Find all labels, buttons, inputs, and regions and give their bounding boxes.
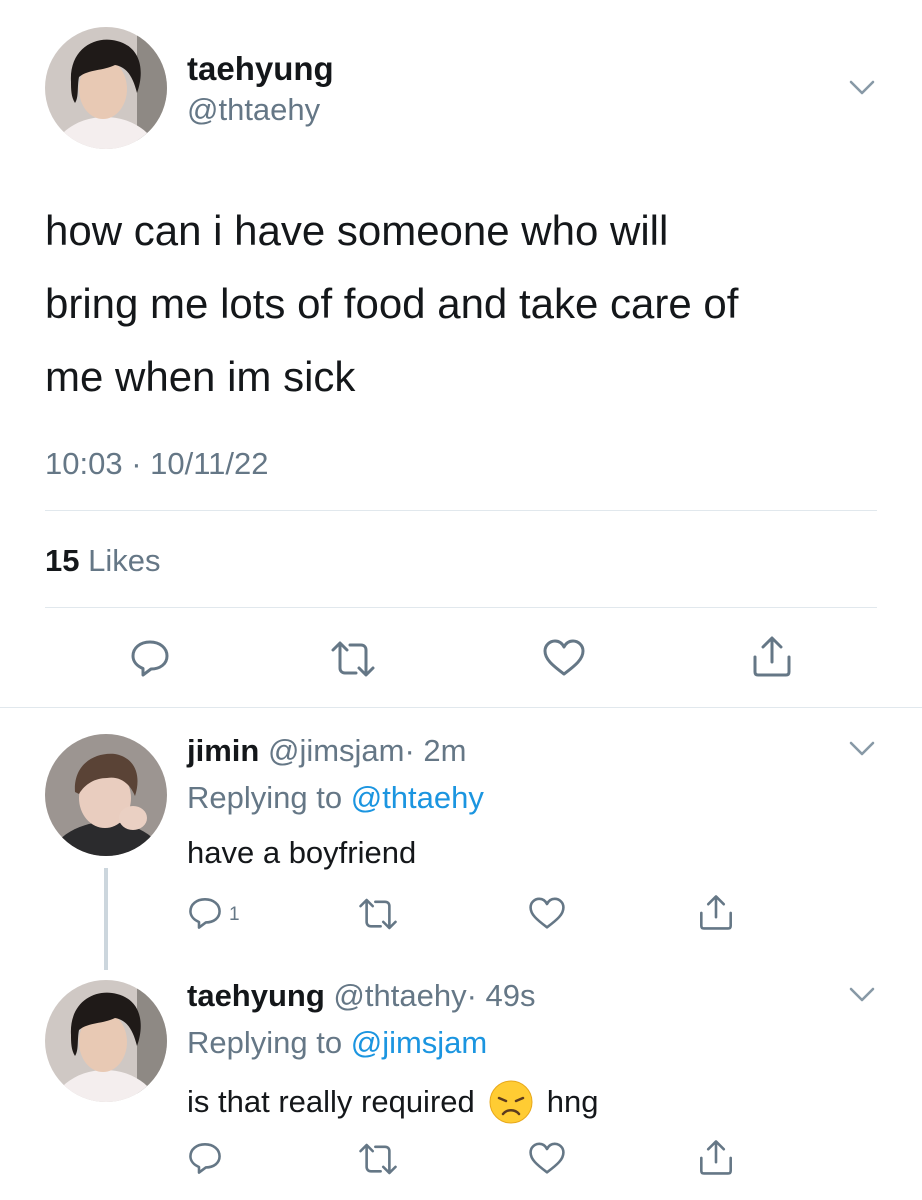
thread-line — [104, 868, 108, 970]
share-icon[interactable] — [697, 1138, 735, 1176]
tweet-timestamp[interactable]: 10:03 · 10/11/22 — [45, 446, 269, 482]
divider — [45, 510, 877, 511]
chevron-down-icon[interactable] — [848, 740, 876, 758]
likes-label: Likes — [88, 543, 161, 578]
author-name[interactable]: taehyung — [187, 50, 334, 88]
author-handle[interactable]: @thtaehy — [187, 92, 320, 128]
replying-to: Replying to @jimsjam — [187, 1025, 487, 1061]
divider — [0, 707, 922, 708]
likes-stat[interactable]: 15 Likes — [45, 543, 160, 579]
reply-header: taehyung @thtaehy· 49s — [187, 978, 536, 1014]
likes-count: 15 — [45, 543, 80, 578]
reply-icon[interactable] — [129, 637, 171, 679]
reply-time[interactable]: · 49s — [467, 978, 536, 1013]
replying-to-label: Replying to — [187, 1025, 343, 1060]
avatar[interactable] — [45, 734, 167, 856]
replying-to-handle[interactable]: @jimsjam — [351, 1025, 488, 1060]
replying-to-label: Replying to — [187, 780, 343, 815]
reply-text-after-emoji: hng — [546, 1084, 599, 1119]
reply-count: 1 — [229, 904, 240, 925]
avatar[interactable] — [45, 27, 167, 149]
author-handle[interactable]: @jimsjam — [268, 733, 405, 768]
reply-text-main: is that really required — [187, 1084, 475, 1119]
share-icon[interactable] — [750, 634, 794, 678]
author-handle[interactable]: @thtaehy — [333, 978, 466, 1013]
author-name[interactable]: taehyung — [187, 978, 325, 1013]
heart-icon[interactable] — [542, 638, 586, 678]
retweet-icon[interactable] — [357, 1142, 399, 1176]
author-name[interactable]: jimin — [187, 733, 259, 768]
reply-text: is that really required hng — [187, 1080, 598, 1124]
chevron-down-icon[interactable] — [848, 79, 876, 97]
share-icon[interactable] — [697, 893, 735, 931]
retweet-icon[interactable] — [357, 897, 399, 931]
tweet-text-line: bring me lots of food and take care of — [45, 280, 739, 327]
replying-to-handle[interactable]: @thtaehy — [351, 780, 484, 815]
reply-text: have a boyfriend — [187, 835, 417, 870]
chevron-down-icon[interactable] — [848, 986, 876, 1004]
heart-icon[interactable] — [528, 896, 566, 931]
heart-icon[interactable] — [528, 1141, 566, 1176]
tweet-text-line: me when im sick — [45, 353, 356, 400]
tweet-text-line: how can i have someone who will — [45, 207, 669, 254]
divider — [45, 607, 877, 608]
replying-to: Replying to @thtaehy — [187, 780, 484, 816]
reply-icon[interactable] — [187, 895, 223, 931]
reply-icon[interactable] — [187, 1140, 223, 1176]
tweet-text: how can i have someone who will bring me… — [45, 194, 738, 413]
avatar[interactable] — [45, 980, 167, 1102]
disappointed-face-icon — [489, 1080, 533, 1124]
retweet-icon[interactable] — [329, 640, 377, 678]
reply-time[interactable]: · 2m — [405, 733, 467, 768]
reply-header: jimin @jimsjam· 2m — [187, 733, 467, 769]
